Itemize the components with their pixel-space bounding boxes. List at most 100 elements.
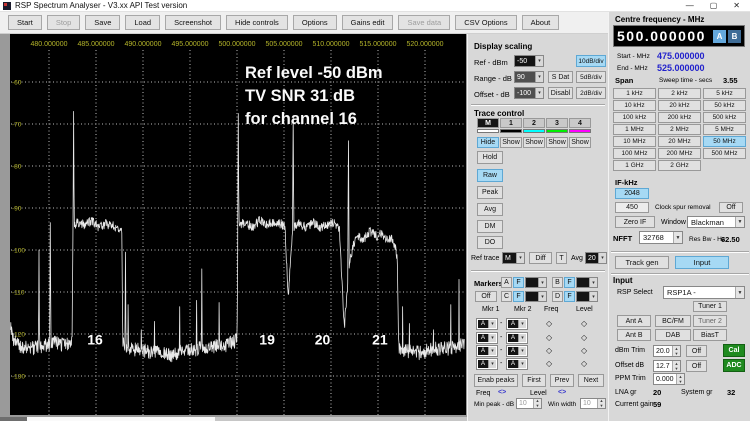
marker-level-indicator-icon[interactable]: ◇ bbox=[581, 359, 587, 368]
trace-mode-hold-button[interactable]: Hold bbox=[477, 151, 503, 164]
markers-off-button[interactable]: Off bbox=[475, 291, 497, 302]
trace-show-button-4[interactable]: Show bbox=[569, 137, 591, 148]
tuner1-button[interactable]: Tuner 1 bbox=[693, 301, 727, 312]
toolbar-button-csv-options[interactable]: CSV Options bbox=[455, 15, 517, 30]
avg-count-select[interactable]: 20 ▾ bbox=[585, 252, 607, 264]
trace-mode-raw-button[interactable]: Raw bbox=[477, 169, 503, 182]
marker-a-button[interactable]: A bbox=[501, 277, 512, 288]
span-button-200-mhz[interactable]: 200 MHz bbox=[658, 148, 701, 159]
first-button[interactable]: First bbox=[522, 374, 546, 387]
trace-show-button-1[interactable]: Show bbox=[500, 137, 522, 148]
trace-show-button-2[interactable]: Show bbox=[523, 137, 545, 148]
min-peak-stepper[interactable]: 10 ▲ ▼ bbox=[516, 398, 542, 409]
prev-button[interactable]: Prev bbox=[550, 374, 574, 387]
span-button-500-mhz[interactable]: 500 MHz bbox=[703, 148, 746, 159]
bias-t-button[interactable]: BiasT bbox=[693, 329, 727, 341]
zero-if-button[interactable]: Zero IF bbox=[615, 216, 655, 228]
span-button-1-ghz[interactable]: 1 GHz bbox=[613, 160, 656, 171]
ant-a-button[interactable]: Ant A bbox=[617, 315, 651, 327]
span-button-2-ghz[interactable]: 2 GHz bbox=[658, 160, 701, 171]
span-button-50-khz[interactable]: 50 kHz bbox=[703, 100, 746, 111]
span-button-100-mhz[interactable]: 100 MHz bbox=[613, 148, 656, 159]
scale-5db-div-button[interactable]: 5dB/div bbox=[576, 71, 606, 83]
nfft-select[interactable]: 32768 ▼ bbox=[639, 231, 683, 244]
trace-mode-do-button[interactable]: DO bbox=[477, 236, 503, 249]
trace-tab-2[interactable]: 2 bbox=[523, 118, 545, 128]
track-gen-button[interactable]: Track gen bbox=[615, 256, 669, 269]
offset-db-stepper[interactable]: 12.7 ▲ ▼ bbox=[653, 360, 681, 372]
rsp-select[interactable]: RSP1A - ▼ bbox=[663, 286, 745, 299]
toolbar-button-about[interactable]: About bbox=[521, 15, 560, 30]
marker-row-mkr1-select[interactable]: A ▾ bbox=[476, 332, 498, 344]
marker-row-mkr2-select[interactable]: A ▾ bbox=[506, 345, 528, 357]
toolbar-button-screenshot[interactable]: Screenshot bbox=[165, 15, 222, 30]
input-tab-button[interactable]: Input bbox=[675, 256, 729, 269]
centre-frequency-display[interactable]: 500.000000 A B bbox=[613, 25, 745, 47]
marker-row-mkr1-select[interactable]: A ▾ bbox=[476, 358, 498, 370]
marker-row-mkr1-select[interactable]: A ▾ bbox=[476, 318, 498, 330]
diff-button[interactable]: Diff bbox=[529, 252, 552, 264]
marker-d-f-button[interactable]: F bbox=[564, 291, 575, 302]
scale-10db-div-button[interactable]: 10dB/div bbox=[576, 55, 606, 67]
marker-freq-indicator-icon[interactable]: ◇ bbox=[546, 319, 552, 328]
marker-c-f-button[interactable]: F bbox=[513, 291, 524, 302]
dbm-trim-off-button[interactable]: Off bbox=[686, 345, 707, 357]
span-button-20-khz[interactable]: 20 kHz bbox=[658, 100, 701, 111]
marker-c-button[interactable]: C bbox=[501, 291, 512, 302]
maximize-icon[interactable]: ▢ bbox=[710, 0, 718, 12]
span-button-20-mhz[interactable]: 20 MHz bbox=[658, 136, 701, 147]
scrollbar-thumb[interactable] bbox=[27, 417, 215, 421]
minimize-icon[interactable]: — bbox=[686, 0, 694, 12]
span-button-5-mhz[interactable]: 5 MHz bbox=[703, 124, 746, 135]
marker-row-mkr1-select[interactable]: A ▾ bbox=[476, 345, 498, 357]
marker-a-trace-select[interactable]: ▾ bbox=[525, 277, 547, 288]
toolbar-button-load[interactable]: Load bbox=[125, 15, 161, 30]
stepper-arrows-icon[interactable]: ▲ ▼ bbox=[597, 399, 605, 408]
span-button-1-khz[interactable]: 1 kHz bbox=[613, 88, 656, 99]
trace-tab-3[interactable]: 3 bbox=[546, 118, 568, 128]
freq-preset-b-button[interactable]: B bbox=[728, 29, 741, 43]
trace-show-button-3[interactable]: Show bbox=[546, 137, 568, 148]
ref-trace-select[interactable]: M ▾ bbox=[502, 252, 525, 264]
marker-row-mkr2-select[interactable]: A ▾ bbox=[506, 318, 528, 330]
offset-db-off-button[interactable]: Off bbox=[686, 360, 707, 372]
toolbar-button-save[interactable]: Save bbox=[85, 15, 121, 30]
marker-freq-indicator-icon[interactable]: ◇ bbox=[546, 359, 552, 368]
trace-tab-4[interactable]: 4 bbox=[569, 118, 591, 128]
span-button-2-khz[interactable]: 2 kHz bbox=[658, 88, 701, 99]
next-button[interactable]: Next bbox=[578, 374, 604, 387]
marker-freq-indicator-icon[interactable]: ◇ bbox=[546, 333, 552, 342]
stepper-arrows-icon[interactable]: ▲ ▼ bbox=[672, 361, 680, 371]
close-icon[interactable]: ✕ bbox=[733, 0, 740, 12]
scale-2db-div-button[interactable]: 2dB/div bbox=[576, 87, 606, 99]
span-button-10-mhz[interactable]: 10 MHz bbox=[613, 136, 656, 147]
cal-button[interactable]: Cal bbox=[723, 344, 745, 357]
marker-row-mkr2-select[interactable]: A ▾ bbox=[506, 358, 528, 370]
marker-level-indicator-icon[interactable]: ◇ bbox=[581, 346, 587, 355]
if-2048-button[interactable]: 2048 bbox=[615, 188, 649, 199]
offset-db-select[interactable]: -100 ▾ bbox=[514, 87, 544, 99]
span-button-5-khz[interactable]: 5 kHz bbox=[703, 88, 746, 99]
marker-row-mkr2-select[interactable]: A ▾ bbox=[506, 332, 528, 344]
marker-b-button[interactable]: B bbox=[552, 277, 563, 288]
s-dat-button[interactable]: S Dat bbox=[548, 71, 573, 83]
span-button-100-khz[interactable]: 100 kHz bbox=[613, 112, 656, 123]
trace-tab-m[interactable]: M bbox=[477, 118, 499, 128]
disabl-button[interactable]: Disabl bbox=[548, 87, 573, 99]
stepper-arrows-icon[interactable]: ▲ ▼ bbox=[533, 399, 541, 408]
trace-tab-1[interactable]: 1 bbox=[500, 118, 522, 128]
toolbar-button-start[interactable]: Start bbox=[8, 15, 42, 30]
span-button-10-khz[interactable]: 10 kHz bbox=[613, 100, 656, 111]
span-button-200-khz[interactable]: 200 kHz bbox=[658, 112, 701, 123]
marker-level-indicator-icon[interactable]: ◇ bbox=[581, 333, 587, 342]
ppm-trim-stepper[interactable]: 0.000 ▲ ▼ bbox=[653, 373, 685, 385]
clock-spur-off-button[interactable]: Off bbox=[719, 202, 743, 213]
t-button[interactable]: T bbox=[556, 252, 567, 264]
level-nav-arrows[interactable]: <> bbox=[558, 389, 566, 396]
adc-button[interactable]: ADC bbox=[723, 359, 745, 372]
span-button-1-mhz[interactable]: 1 MHz bbox=[613, 124, 656, 135]
trace-mode-dm-button[interactable]: DM bbox=[477, 220, 503, 233]
spectrum-svg[interactable]: 480.000000 485.000000 490.000000 495.000000… bbox=[10, 34, 466, 415]
bc-fm-button[interactable]: BC/FM bbox=[655, 315, 691, 327]
span-button-500-khz[interactable]: 500 kHz bbox=[703, 112, 746, 123]
